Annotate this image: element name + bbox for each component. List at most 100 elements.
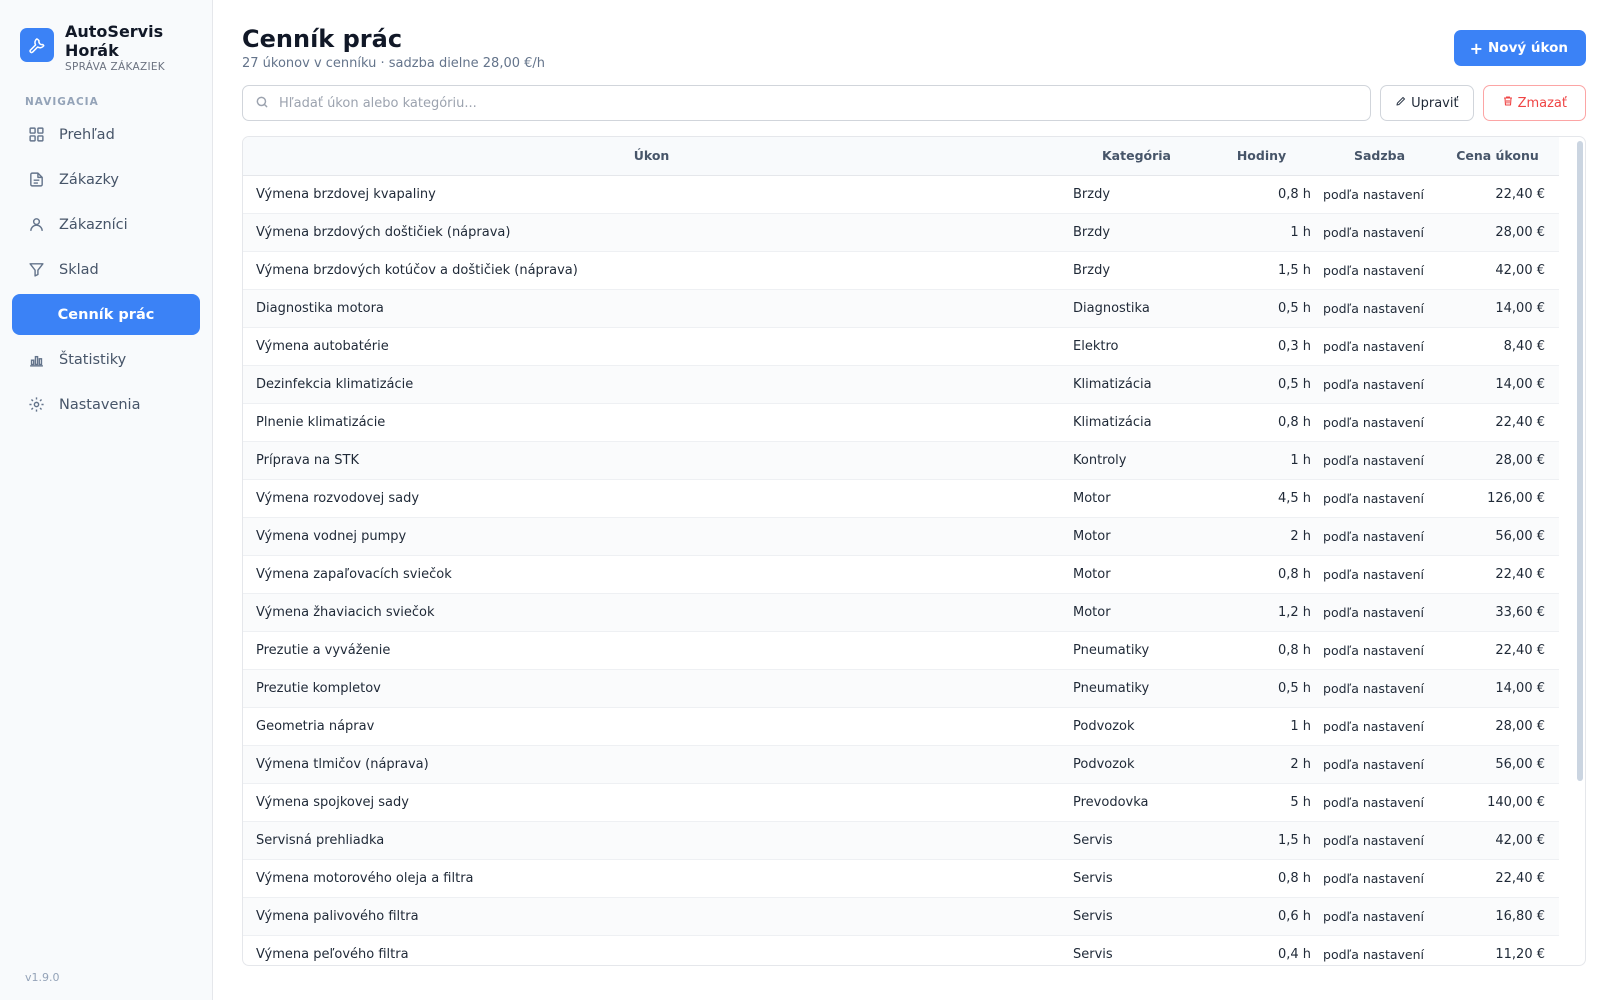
cell-hours: 0,5 h — [1200, 289, 1323, 328]
cell-task: Výmena vodnej pumpy — [243, 517, 1060, 556]
table-row[interactable]: Výmena motorového oleja a filtra Servis 0,… — [243, 859, 1559, 898]
table-row[interactable]: Výmena tlmičov (náprava) Podvozok 2 h podľa… — [243, 745, 1559, 784]
table-row[interactable]: Výmena vodnej pumpy Motor 2 h podľa nastave… — [243, 517, 1559, 556]
table-row[interactable]: Výmena brzdových kotúčov a doštičiek (ná… — [243, 251, 1559, 290]
page-subtitle: 27 úkonov v cenníku · sadzba dielne 28,0… — [242, 56, 546, 71]
app-version: v1.9.0 — [25, 971, 60, 984]
brand-name: AutoServis Horák — [65, 22, 164, 60]
cell-rate: podľa nastavení — [1323, 365, 1436, 404]
sidebar-item-zakazky[interactable]: Zákazky — [12, 159, 200, 200]
cell-price: 22,40 € — [1436, 555, 1559, 594]
cell-category: Servis — [1060, 897, 1200, 936]
table-row[interactable]: Plnenie klimatizácie Klimatizácia 0,8 h pod… — [243, 403, 1559, 442]
cell-task: Výmena peľového filtra — [243, 935, 1060, 965]
cell-price: 56,00 € — [1436, 745, 1559, 784]
table-row[interactable]: Výmena brzdových doštičiek (náprava) Brzd… — [243, 213, 1559, 252]
cell-task: Výmena brzdovej kvapaliny — [243, 175, 1060, 214]
cell-task: Prezutie kompletov — [243, 669, 1060, 708]
cell-rate: podľa nastavení — [1323, 441, 1436, 480]
cell-hours: 5 h — [1200, 783, 1323, 822]
bar-chart-icon — [27, 351, 45, 369]
table-row[interactable]: Dezinfekcia klimatizácie Klimatizácia 0,5 … — [243, 365, 1559, 404]
cell-task: Diagnostika motora — [243, 289, 1060, 328]
cell-hours: 4,5 h — [1200, 479, 1323, 518]
cell-hours: 0,6 h — [1200, 897, 1323, 936]
cell-hours: 2 h — [1200, 745, 1323, 784]
cell-rate: podľa nastavení — [1323, 821, 1436, 860]
cell-price: 22,40 € — [1436, 175, 1559, 214]
column-header-rate[interactable]: Sadzba — [1323, 137, 1436, 176]
cell-hours: 2 h — [1200, 517, 1323, 556]
sidebar: AutoServis Horák SPRÁVA ZÁKAZIEK NAVIGAC… — [0, 0, 213, 1000]
cell-hours: 1,2 h — [1200, 593, 1323, 632]
sidebar-item-label: Štatistiky — [59, 351, 127, 368]
trash-icon — [1502, 95, 1518, 111]
sidebar-item-label: Zákazníci — [59, 216, 128, 233]
table-body: Výmena brzdovej kvapaliny Brzdy 0,8 h podľa… — [243, 175, 1559, 965]
cell-price: 8,40 € — [1436, 327, 1559, 366]
search-input[interactable] — [279, 95, 1339, 111]
cell-category: Servis — [1060, 859, 1200, 898]
table-row[interactable]: Výmena spojkovej sady Prevodovka 5 h podľa … — [243, 783, 1559, 822]
cell-price: 11,20 € — [1436, 935, 1559, 965]
table-row[interactable]: Diagnostika motora Diagnostika 0,5 h podľa … — [243, 289, 1559, 328]
cell-category: Diagnostika — [1060, 289, 1200, 328]
column-header-category[interactable]: Kategória — [1060, 137, 1200, 176]
sidebar-item-zakaznici[interactable]: Zákazníci — [12, 204, 200, 245]
sidebar-item-nastavenia[interactable]: Nastavenia — [12, 384, 200, 425]
cell-price: 28,00 € — [1436, 441, 1559, 480]
cell-hours: 0,8 h — [1200, 175, 1323, 214]
table-row[interactable]: Výmena brzdovej kvapaliny Brzdy 0,8 h podľa… — [243, 175, 1559, 214]
cell-price: 28,00 € — [1436, 707, 1559, 746]
cell-category: Kontroly — [1060, 441, 1200, 480]
cell-category: Motor — [1060, 517, 1200, 556]
cell-rate: podľa nastavení — [1323, 175, 1436, 214]
cell-rate: podľa nastavení — [1323, 555, 1436, 594]
nav-title: NAVIGACIA — [25, 96, 99, 108]
cell-rate: podľa nastavení — [1323, 707, 1436, 746]
column-header-hours[interactable]: Hodiny — [1200, 137, 1323, 176]
sidebar-item-cennik-prac[interactable]: Cenník prác — [12, 294, 200, 335]
cell-task: Prezutie a vyváženie — [243, 631, 1060, 670]
table-row[interactable]: Výmena žhaviacich sviečok Motor 1,2 h podľa… — [243, 593, 1559, 632]
table-row[interactable]: Prezutie kompletov Pneumatiky 0,5 h podľa n… — [243, 669, 1559, 708]
brand-subtitle: SPRÁVA ZÁKAZIEK — [65, 61, 165, 73]
table-scrollbar[interactable] — [1577, 141, 1583, 781]
cell-category: Podvozok — [1060, 707, 1200, 746]
sidebar-item-prehlad[interactable]: Prehľad — [12, 114, 200, 155]
cell-price: 14,00 € — [1436, 365, 1559, 404]
cell-price: 42,00 € — [1436, 821, 1559, 860]
cell-task: Výmena palivového filtra — [243, 897, 1060, 936]
new-task-button[interactable]: + Nový úkon — [1453, 30, 1586, 66]
cell-hours: 1 h — [1200, 213, 1323, 252]
table-row[interactable]: Výmena peľového filtra Servis 0,4 h podľa n… — [243, 935, 1559, 965]
table-row[interactable]: Geometria náprav Podvozok 1 h podľa nastave… — [243, 707, 1559, 746]
cell-task: Výmena rozvodovej sady — [243, 479, 1060, 518]
table-row[interactable]: Výmena autobatérie Elektro 0,3 h podľa nast… — [243, 327, 1559, 366]
delete-button[interactable]: Zmazať — [1482, 85, 1586, 121]
table-row[interactable]: Výmena palivového filtra Servis 0,6 h podľa… — [243, 897, 1559, 936]
table-row[interactable]: Výmena zapaľovacích sviečok Motor 0,8 h pod… — [243, 555, 1559, 594]
sidebar-item-statistiky[interactable]: Štatistiky — [12, 339, 200, 380]
cell-price: 42,00 € — [1436, 251, 1559, 290]
main-content: Cenník prác 27 úkonov v cenníku · sadzba… — [213, 0, 1600, 1000]
table-row[interactable]: Príprava na STK Kontroly 1 h podľa nastaven… — [243, 441, 1559, 480]
cell-price: 28,00 € — [1436, 213, 1559, 252]
table-header-row: Úkon Kategória Hodiny Sadzba Cena úkonu — [243, 137, 1559, 176]
cell-rate: podľa nastavení — [1323, 631, 1436, 670]
sidebar-item-sklad[interactable]: Sklad — [12, 249, 200, 290]
cell-task: Dezinfekcia klimatizácie — [243, 365, 1060, 404]
cell-price: 22,40 € — [1436, 631, 1559, 670]
table-row[interactable]: Prezutie a vyváženie Pneumatiky 0,8 h podľa… — [243, 631, 1559, 670]
cell-category: Servis — [1060, 935, 1200, 965]
cell-rate: podľa nastavení — [1323, 479, 1436, 518]
table-row[interactable]: Servisná prehliadka Servis 1,5 h podľa nast… — [243, 821, 1559, 860]
toolbar: Upraviť Zmazať — [242, 85, 1586, 121]
brand: AutoServis Horák SPRÁVA ZÁKAZIEK — [0, 0, 212, 73]
edit-button[interactable]: Upraviť — [1380, 85, 1474, 121]
price-list-table: Úkon Kategória Hodiny Sadzba Cena úkonu … — [242, 136, 1586, 966]
column-header-price[interactable]: Cena úkonu — [1436, 137, 1559, 176]
column-header-task[interactable]: Úkon — [243, 137, 1060, 176]
table-row[interactable]: Výmena rozvodovej sady Motor 4,5 h podľa na… — [243, 479, 1559, 518]
cell-hours: 0,8 h — [1200, 555, 1323, 594]
